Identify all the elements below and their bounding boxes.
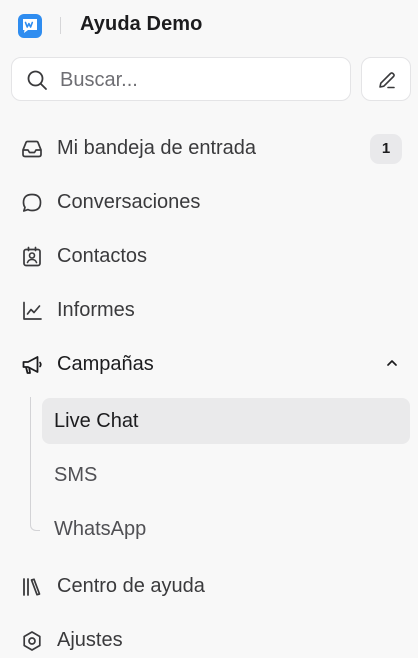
nav-item-conversations[interactable]: Conversaciones [0, 181, 418, 225]
inbox-icon [22, 140, 42, 158]
subnav-label-sms: SMS [54, 464, 98, 486]
pencil-icon [379, 72, 395, 89]
search-icon [27, 70, 47, 90]
settings-hexagon-icon [23, 631, 41, 651]
compose-button[interactable] [361, 57, 411, 101]
subnav-item-live-chat[interactable]: Live Chat [42, 398, 410, 444]
sidebar: Ayuda Demo Mi bandeja de entrada 1 Conve… [0, 0, 418, 658]
nav-label-contacts: Contactos [57, 245, 148, 267]
nav-label-reports: Informes [57, 299, 135, 321]
search-box[interactable] [11, 57, 351, 101]
subnav-item-sms[interactable]: SMS [42, 452, 410, 498]
nav-item-contacts[interactable]: Contactos [0, 235, 418, 279]
contact-card-icon [23, 246, 41, 267]
nav-label-settings: Ajustes [57, 629, 123, 651]
nav-item-inbox[interactable]: Mi bandeja de entrada [0, 127, 418, 171]
nav-label-help-center: Centro de ayuda [57, 575, 205, 597]
chatwoot-logo-icon[interactable] [18, 14, 42, 38]
subnav-label-whatsapp: WhatsApp [54, 518, 147, 540]
sidebar-header: Ayuda Demo [0, 0, 418, 52]
nav-label-inbox: Mi bandeja de entrada [57, 137, 257, 159]
nav-item-reports[interactable]: Informes [0, 289, 418, 333]
search-input[interactable] [60, 66, 340, 94]
subnav-tree-line [30, 397, 40, 531]
megaphone-icon [22, 356, 42, 374]
chevron-up-icon[interactable] [384, 355, 400, 371]
nav-item-campaigns[interactable]: Campañas [0, 343, 418, 387]
nav-item-help-center[interactable]: Centro de ayuda [0, 565, 418, 609]
library-icon [23, 578, 41, 596]
unread-count-badge: 1 [370, 134, 402, 164]
nav-label-conversations: Conversaciones [57, 191, 201, 213]
subnav-label-live-chat: Live Chat [54, 410, 139, 432]
nav-label-campaigns: Campañas [57, 353, 154, 375]
chat-bubble-icon [22, 193, 42, 212]
line-chart-icon [23, 301, 42, 320]
workspace-name[interactable]: Ayuda Demo [80, 13, 203, 36]
header-divider [60, 17, 61, 34]
subnav-item-whatsapp[interactable]: WhatsApp [42, 506, 410, 552]
nav-item-settings[interactable]: Ajustes [0, 619, 418, 658]
